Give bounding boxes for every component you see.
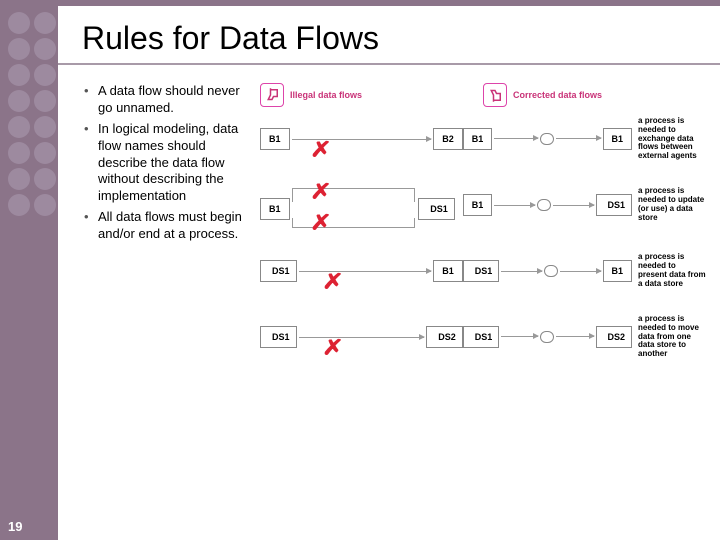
arrow-icon xyxy=(560,271,601,272)
entity-box: B1 xyxy=(260,128,290,150)
decorative-dots xyxy=(8,12,56,220)
bullet-item: All data flows must begin and/or end at … xyxy=(82,209,252,243)
thumbs-down-icon xyxy=(260,83,284,107)
caption-text: a process is needed to exchange data flo… xyxy=(634,117,706,161)
entity-box: B1 xyxy=(463,128,493,150)
cross-icon: ✗ xyxy=(322,269,344,294)
arrow-icon xyxy=(299,271,432,272)
entity-box: B1 xyxy=(433,260,463,282)
diagram-area: Illegal data flows Corrected data flows … xyxy=(260,83,706,377)
process-box xyxy=(544,265,558,277)
caption-text: a process is needed to present data from… xyxy=(634,253,706,288)
arrow-icon xyxy=(299,337,425,338)
cross-icon: ✗ xyxy=(310,137,332,162)
datastore-box: DS1 xyxy=(418,198,455,220)
arrow-icon xyxy=(501,336,538,337)
illegal-header: Illegal data flows xyxy=(260,83,483,107)
entity-box: B1 xyxy=(463,194,493,216)
arrow-icon xyxy=(556,336,593,337)
process-box xyxy=(540,133,554,145)
corrected-header: Corrected data flows xyxy=(483,83,706,107)
datastore-box: DS2 xyxy=(426,326,463,348)
corrected-label: Corrected data flows xyxy=(513,90,602,100)
bullet-item: In logical modeling, data flow names sho… xyxy=(82,121,252,205)
caption-text: a process is needed to move data from on… xyxy=(634,315,706,359)
slide-number: 19 xyxy=(8,519,22,534)
datastore-box: DS1 xyxy=(260,260,297,282)
datastore-box: DS1 xyxy=(463,326,500,348)
bullet-list: A data flow should never go unnamed. In … xyxy=(82,83,252,377)
thumbs-up-icon xyxy=(483,83,507,107)
datastore-box: DS2 xyxy=(596,326,633,348)
entity-box: B1 xyxy=(603,128,633,150)
arrow-icon xyxy=(553,205,594,206)
slide-body: A data flow should never go unnamed. In … xyxy=(58,65,720,377)
entity-box: B1 xyxy=(603,260,633,282)
illegal-label: Illegal data flows xyxy=(290,90,362,100)
arrow-icon xyxy=(556,138,600,139)
arrow-icon xyxy=(501,271,542,272)
bullet-item: A data flow should never go unnamed. xyxy=(82,83,252,117)
arrow-icon xyxy=(494,205,535,206)
entity-box: B2 xyxy=(433,128,463,150)
cross-icon: ✗ xyxy=(310,210,332,235)
cross-icon: ✗ xyxy=(322,335,344,360)
caption-text: a process is needed to update (or use) a… xyxy=(634,187,706,222)
entity-box: B1 xyxy=(260,198,290,220)
datastore-box: DS1 xyxy=(596,194,633,216)
datastore-box: DS1 xyxy=(463,260,500,282)
cross-icon: ✗ xyxy=(310,179,332,204)
slide-title: Rules for Data Flows xyxy=(58,6,720,65)
arrow-icon xyxy=(494,138,538,139)
slide-content: Rules for Data Flows A data flow should … xyxy=(58,6,720,540)
process-box xyxy=(537,199,551,211)
datastore-box: DS1 xyxy=(260,326,297,348)
process-box xyxy=(540,331,554,343)
